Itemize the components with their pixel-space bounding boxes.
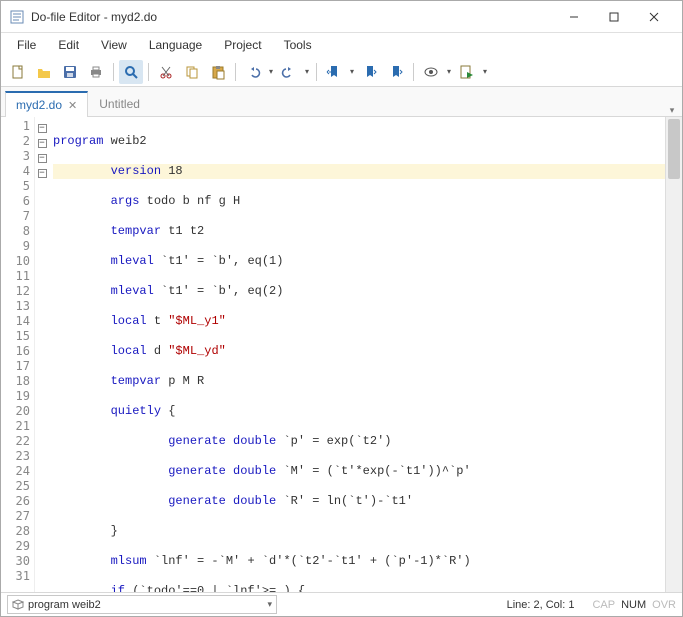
find-button[interactable] bbox=[119, 60, 143, 84]
minimize-button[interactable] bbox=[554, 3, 594, 31]
code-content[interactable]: program weib2 version 18 args todo b nf … bbox=[49, 117, 682, 592]
maximize-button[interactable] bbox=[594, 3, 634, 31]
save-button[interactable] bbox=[58, 60, 82, 84]
menu-project[interactable]: Project bbox=[214, 36, 271, 54]
tab-bar: myd2.do ✕ Untitled ▾ bbox=[1, 87, 682, 117]
cursor-position: Line: 2, Col: 1 bbox=[507, 599, 575, 611]
show-preview-button[interactable] bbox=[419, 60, 443, 84]
new-file-button[interactable] bbox=[6, 60, 30, 84]
app-icon bbox=[9, 9, 25, 25]
scrollbar-thumb[interactable] bbox=[668, 119, 680, 179]
toolbar-separator bbox=[316, 63, 317, 81]
preview-dropdown[interactable]: ▾ bbox=[445, 60, 453, 84]
num-indicator: NUM bbox=[621, 599, 646, 611]
print-button[interactable] bbox=[84, 60, 108, 84]
copy-button[interactable] bbox=[180, 60, 204, 84]
tab-untitled[interactable]: Untitled bbox=[88, 90, 151, 116]
fold-gutter: − − − − bbox=[35, 117, 49, 592]
menu-tools[interactable]: Tools bbox=[274, 36, 322, 54]
statusbar: program weib2 ▾ Line: 2, Col: 1 CAP NUM … bbox=[1, 592, 682, 616]
bookmark-dropdown[interactable]: ▾ bbox=[348, 60, 356, 84]
menu-language[interactable]: Language bbox=[139, 36, 212, 54]
paste-button[interactable] bbox=[206, 60, 230, 84]
execute-button[interactable] bbox=[455, 60, 479, 84]
redo-dropdown[interactable]: ▾ bbox=[303, 60, 311, 84]
fold-toggle-icon[interactable]: − bbox=[38, 154, 47, 163]
close-button[interactable] bbox=[634, 3, 674, 31]
toolbar: ▾ ▾ ▾ ▾ ▾ bbox=[1, 57, 682, 87]
ovr-indicator: OVR bbox=[652, 599, 676, 611]
undo-dropdown[interactable]: ▾ bbox=[267, 60, 275, 84]
fold-toggle-icon[interactable]: − bbox=[38, 139, 47, 148]
cube-icon bbox=[12, 599, 24, 611]
undo-button[interactable] bbox=[241, 60, 265, 84]
toolbar-separator bbox=[413, 63, 414, 81]
chevron-down-icon: ▾ bbox=[267, 599, 272, 610]
tab-label: Untitled bbox=[99, 97, 140, 111]
fold-toggle-icon[interactable]: − bbox=[38, 169, 47, 178]
window-title: Do-file Editor - myd2.do bbox=[31, 10, 554, 24]
tab-myd2[interactable]: myd2.do ✕ bbox=[5, 91, 88, 117]
tab-close-icon[interactable]: ✕ bbox=[68, 99, 77, 112]
toolbar-separator bbox=[113, 63, 114, 81]
menubar: File Edit View Language Project Tools bbox=[1, 33, 682, 57]
function-name: program weib2 bbox=[28, 599, 101, 611]
line-number-gutter: 1234567891011121314151617181920212223242… bbox=[1, 117, 35, 592]
bookmark-next-button[interactable] bbox=[384, 60, 408, 84]
window-titlebar: Do-file Editor - myd2.do bbox=[1, 1, 682, 33]
code-editor[interactable]: 1234567891011121314151617181920212223242… bbox=[1, 117, 682, 592]
toolbar-separator bbox=[235, 63, 236, 81]
function-navigator[interactable]: program weib2 ▾ bbox=[7, 595, 277, 614]
menu-view[interactable]: View bbox=[91, 36, 137, 54]
vertical-scrollbar[interactable] bbox=[665, 117, 682, 592]
menu-file[interactable]: File bbox=[7, 36, 46, 54]
redo-button[interactable] bbox=[277, 60, 301, 84]
bookmark-prev-button[interactable] bbox=[358, 60, 382, 84]
tab-overflow-button[interactable]: ▾ bbox=[662, 105, 682, 116]
open-file-button[interactable] bbox=[32, 60, 56, 84]
cut-button[interactable] bbox=[154, 60, 178, 84]
fold-toggle-icon[interactable]: − bbox=[38, 124, 47, 133]
toolbar-separator bbox=[148, 63, 149, 81]
execute-dropdown[interactable]: ▾ bbox=[481, 60, 489, 84]
bookmark-toggle-button[interactable] bbox=[322, 60, 346, 84]
menu-edit[interactable]: Edit bbox=[48, 36, 89, 54]
caps-indicator: CAP bbox=[592, 599, 615, 611]
tab-label: myd2.do bbox=[16, 98, 62, 112]
